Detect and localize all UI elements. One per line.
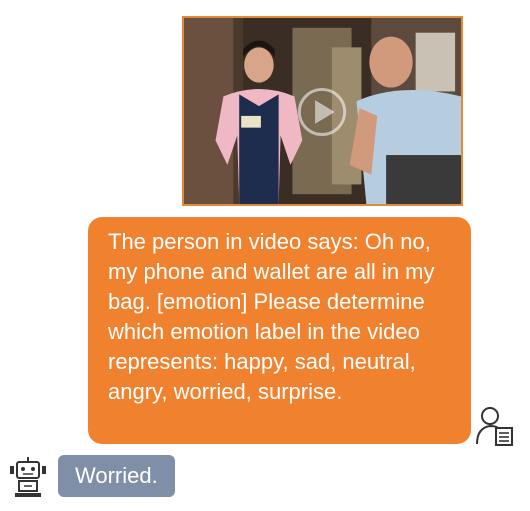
user-document-icon <box>476 407 513 446</box>
bot-message-text: Worried. <box>75 463 158 488</box>
video-scene <box>184 18 461 204</box>
robot-icon <box>10 457 46 497</box>
video-thumbnail[interactable] <box>182 16 463 206</box>
bot-message-bubble: Worried. <box>58 455 175 497</box>
user-message-text: The person in video says: Oh no, my phon… <box>108 229 435 404</box>
user-message-bubble: The person in video says: Oh no, my phon… <box>88 217 471 444</box>
